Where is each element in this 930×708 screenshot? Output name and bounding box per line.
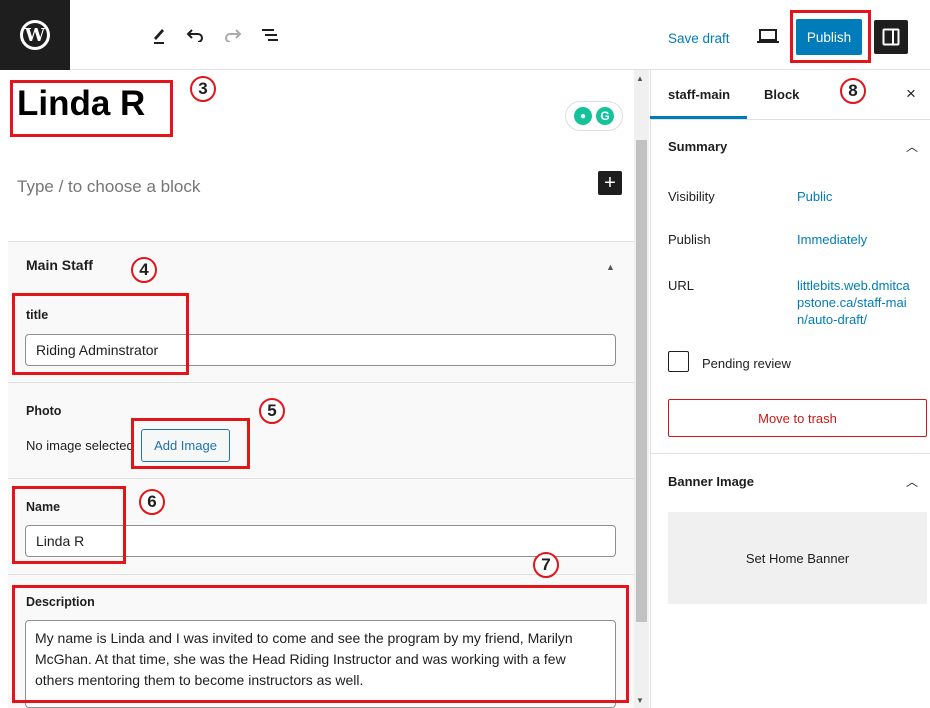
redo-button[interactable] <box>220 22 246 48</box>
pending-review-label[interactable]: Pending review <box>702 356 791 371</box>
publish-label: Publish <box>668 232 711 247</box>
pending-review-checkbox[interactable] <box>668 351 689 372</box>
scroll-up-arrow-icon[interactable]: ▲ <box>636 74 644 83</box>
sidebar-icon <box>882 28 900 46</box>
annotation-number: 8 <box>840 78 866 104</box>
close-icon[interactable]: × <box>906 84 916 104</box>
pencil-icon <box>154 29 164 44</box>
scroll-down-arrow-icon[interactable]: ▼ <box>636 696 644 705</box>
url-value[interactable]: littlebits.web.dmitcapstone.ca/staff-mai… <box>797 277 915 328</box>
divider <box>650 453 930 454</box>
publish-button[interactable]: Publish <box>796 19 862 55</box>
settings-sidebar <box>650 70 930 708</box>
tab-block[interactable]: Block <box>764 87 799 102</box>
wordpress-logo-button[interactable]: W <box>0 0 70 70</box>
tools-button[interactable] <box>146 22 172 48</box>
visibility-value[interactable]: Public <box>797 188 832 205</box>
wordpress-icon: W <box>20 20 50 50</box>
annotation-number: 3 <box>190 76 216 102</box>
lightbulb-icon: ● <box>574 107 592 125</box>
desktop-icon <box>757 29 779 43</box>
grammarly-widget[interactable]: ● G <box>565 101 623 131</box>
undo-icon <box>186 29 203 42</box>
block-placeholder[interactable]: Type / to choose a block <box>17 177 200 197</box>
annotation-number: 5 <box>259 398 285 424</box>
annotation-box-title <box>10 80 173 137</box>
grammarly-icon: G <box>596 107 614 125</box>
photo-field-label: Photo <box>26 404 62 418</box>
collapse-caret-icon[interactable]: ▲ <box>606 262 615 272</box>
divider <box>650 119 930 120</box>
preview-button[interactable] <box>757 28 779 44</box>
meta-box-header[interactable]: Main Staff <box>26 257 93 273</box>
scrollbar-thumb[interactable] <box>636 140 647 622</box>
save-draft-button[interactable]: Save draft <box>668 31 730 46</box>
list-view-button[interactable] <box>257 22 283 48</box>
undo-button[interactable] <box>182 22 208 48</box>
annotation-number: 4 <box>131 257 157 283</box>
photo-status-text: No image selected <box>26 438 134 453</box>
redo-icon <box>225 29 242 42</box>
banner-panel-title[interactable]: Banner Image <box>668 474 754 489</box>
divider <box>8 478 634 479</box>
publish-date-value[interactable]: Immediately <box>797 231 867 248</box>
inline-inserter-button[interactable]: + <box>598 171 622 195</box>
summary-panel-title[interactable]: Summary <box>668 139 727 154</box>
annotation-box-name <box>12 486 126 564</box>
list-view-icon <box>262 29 278 41</box>
divider <box>8 382 634 383</box>
move-to-trash-button[interactable]: Move to trash <box>668 399 927 437</box>
annotation-box-add-image <box>131 418 250 469</box>
editor-toolbar: W + Save draft Publish <box>0 0 930 70</box>
annotation-number: 7 <box>533 552 559 578</box>
chevron-up-icon[interactable]: ︿ <box>906 473 918 490</box>
annotation-number: 6 <box>139 489 165 515</box>
set-home-banner-button[interactable]: Set Home Banner <box>668 512 927 604</box>
url-label: URL <box>668 278 695 293</box>
settings-toggle-button[interactable] <box>874 20 908 54</box>
annotation-box-description <box>12 585 629 703</box>
tab-staff-main[interactable]: staff-main <box>668 87 730 102</box>
annotation-box-title-field <box>12 293 189 375</box>
chevron-up-icon[interactable]: ︿ <box>906 138 918 155</box>
visibility-label: Visibility <box>668 189 715 204</box>
